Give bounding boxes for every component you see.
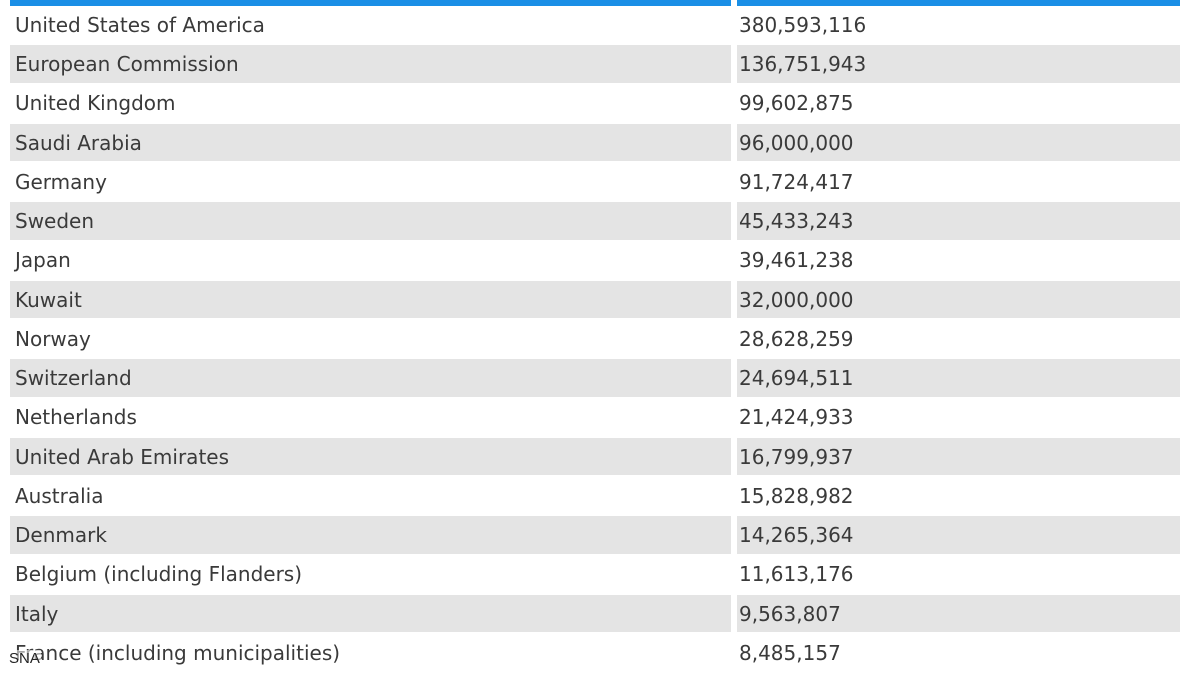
amount-cell: 9,563,807: [737, 594, 1180, 633]
amount-cell: 15,828,982: [739, 483, 854, 508]
amount-cell: 136,751,943: [737, 45, 1180, 83]
country-cell: Denmark: [10, 516, 731, 554]
amount-cell: 8,485,157: [739, 640, 841, 665]
amount-cell: 24,694,511: [737, 359, 1180, 397]
amount-cell: 380,593,116: [739, 12, 867, 37]
amount-cell: 91,724,417: [739, 169, 854, 194]
table-row: France (including municipalities) 8,485,1…: [10, 634, 1180, 672]
table-row: Norway 28,628,259: [10, 320, 1180, 358]
amount-cell: 45,433,243: [737, 202, 1180, 240]
country-cell: United Arab Emirates: [10, 437, 731, 476]
amount-cell: 32,000,000: [737, 280, 1180, 319]
table-body: United States of America 380,593,116 Europ…: [10, 6, 1180, 672]
table-row: Australia 15,828,982: [10, 477, 1180, 515]
amount-cell: 39,461,238: [739, 248, 854, 273]
sna-watermark: SNA: [8, 650, 41, 667]
country-cell: Italy: [10, 594, 731, 633]
amount-cell: 96,000,000: [737, 123, 1180, 162]
table-row: Netherlands 21,424,933: [10, 398, 1180, 436]
table-row: European Commission 136,751,943: [10, 45, 1180, 83]
table-row: Japan 39,461,238: [10, 241, 1180, 279]
country-cell: Saudi Arabia: [10, 123, 731, 162]
amount-cell: 99,602,875: [739, 91, 854, 116]
table-row: Switzerland 24,694,511: [10, 359, 1180, 397]
table-row: Kuwait 32,000,000: [10, 280, 1180, 319]
country-cell: France (including municipalities): [15, 640, 341, 665]
amount-cell: 14,265,364: [737, 516, 1180, 554]
country-cell: European Commission: [10, 45, 731, 83]
amount-cell: 28,628,259: [739, 326, 854, 351]
table-row: Denmark 14,265,364: [10, 516, 1180, 554]
country-cell: Japan: [15, 248, 71, 273]
amount-cell: 21,424,933: [739, 405, 854, 430]
table-row: Sweden 45,433,243: [10, 202, 1180, 240]
table-row: United Arab Emirates 16,799,937: [10, 437, 1180, 476]
amount-cell: 16,799,937: [737, 437, 1180, 476]
country-cell: Australia: [15, 483, 104, 508]
country-cell: Kuwait: [10, 280, 731, 319]
donor-table: United States of America 380,593,116 Europ…: [10, 0, 1180, 673]
table-row: Germany 91,724,417: [10, 163, 1180, 201]
country-cell: Germany: [15, 169, 107, 194]
country-cell: United Kingdom: [15, 91, 176, 116]
country-cell: United States of America: [15, 12, 265, 37]
country-cell: Sweden: [10, 202, 731, 240]
table-row: Belgium (including Flanders) 11,613,176: [10, 555, 1180, 593]
table-row: Saudi Arabia 96,000,000: [10, 123, 1180, 162]
country-cell: Switzerland: [10, 359, 731, 397]
country-cell: Netherlands: [15, 405, 137, 430]
country-cell: Norway: [15, 326, 91, 351]
country-cell: Belgium (including Flanders): [15, 562, 303, 587]
table-row: Italy 9,563,807: [10, 594, 1180, 633]
amount-cell: 11,613,176: [739, 562, 854, 587]
table-row: United States of America 380,593,116: [10, 6, 1180, 44]
table-row: United Kingdom 99,602,875: [10, 84, 1180, 122]
